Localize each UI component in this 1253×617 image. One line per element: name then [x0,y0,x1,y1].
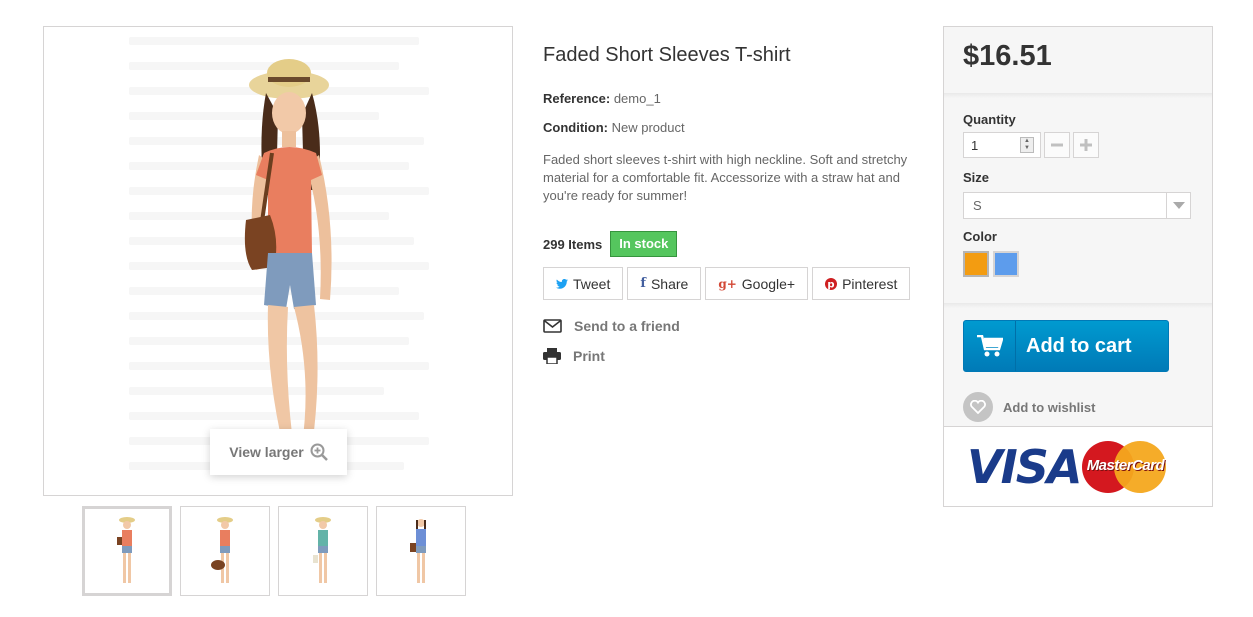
twitter-icon [556,278,568,289]
mastercard-label: MasterCard [1086,456,1165,474]
product-price: $16.51 [963,40,1052,72]
cart-area: Add to cart Add to wishlist [944,308,1212,433]
view-larger-button[interactable]: View larger [210,429,347,475]
google-plus-button[interactable]: g+ Google+ [705,267,809,300]
quantity-value: 1 [971,137,979,153]
size-label: Size [963,170,990,185]
product-description: Faded short sleeves t-shirt with high ne… [543,152,908,203]
stock-info: 299 Items In stock [543,231,923,257]
minus-icon [1051,143,1063,147]
product-reference: Reference: demo_1 [543,90,923,108]
condition-value: New product [611,120,685,135]
thumbnail-1-image [117,517,135,583]
google-label: Google+ [741,275,796,292]
pinterest-label: Pinterest [842,275,898,292]
add-to-wishlist-link[interactable]: Add to wishlist [963,392,1193,422]
add-to-cart-label: Add to cart [1026,334,1132,357]
printer-icon [543,348,561,364]
thumbnail-4[interactable] [376,506,466,596]
quantity-decrease-button[interactable] [1044,132,1070,158]
facebook-share-button[interactable]: f Share [627,267,702,300]
view-larger-label: View larger [229,444,304,460]
google-plus-icon: g+ [718,276,737,291]
plus-icon [1080,139,1092,151]
social-share-bar: Tweet f Share g+ Google+ p Pinterest [543,267,923,300]
thumbnail-3-image [313,517,331,583]
heart-icon [963,392,993,422]
condition-label: Condition: [543,120,608,135]
print-link[interactable]: Print [543,346,923,366]
send-to-friend-label: Send to a friend [574,318,680,334]
model-figure [244,59,332,459]
quantity-increase-button[interactable] [1073,132,1099,158]
stock-badge: In stock [610,231,678,257]
print-label: Print [573,348,605,364]
size-select[interactable]: S [963,192,1191,219]
product-options: Quantity 1 ▲ ▼ Size S Color [944,98,1212,303]
payment-logos: VISA MasterCard [944,426,1212,506]
buy-box: $16.51 Quantity 1 ▲ ▼ Size S Color Add t… [943,26,1213,507]
facebook-icon: f [640,276,646,291]
add-to-cart-button[interactable]: Add to cart [963,320,1169,372]
thumbnail-4-image [410,519,426,583]
product-actions: Send to a friend Print [543,316,923,366]
zoom-in-icon [310,443,328,461]
size-value: S [973,198,982,213]
send-to-friend-link[interactable]: Send to a friend [543,316,923,336]
svg-text:p: p [828,279,835,290]
thumbnail-2-image [211,517,233,583]
shopping-cart-icon [964,321,1016,371]
quantity-controls: 1 ▲ ▼ [963,132,1193,158]
pinterest-button[interactable]: p Pinterest [812,267,911,300]
envelope-icon [543,319,562,333]
thumbnail-2[interactable] [180,506,270,596]
color-swatch-orange[interactable] [963,251,989,277]
quantity-input[interactable]: 1 ▲ ▼ [963,132,1041,158]
tweet-button[interactable]: Tweet [543,267,624,300]
product-title: Faded Short Sleeves T-shirt [543,44,791,66]
items-count: 299 Items [543,236,603,252]
mastercard-logo: MasterCard [1082,439,1168,495]
reference-label: Reference: [543,91,611,106]
chevron-down-icon [1166,193,1190,218]
color-swatches [963,251,1193,277]
price-area: $16.51 [944,27,1212,93]
product-info: Faded Short Sleeves T-shirt Reference: d… [543,40,923,376]
visa-logo: VISA [967,439,1082,494]
color-label: Color [963,229,997,244]
product-condition: Condition: New product [543,119,923,137]
main-product-image[interactable]: View larger [43,26,513,496]
add-to-wishlist-label: Add to wishlist [1003,399,1096,415]
thumbnail-strip [82,506,466,596]
thumbnail-3[interactable] [278,506,368,596]
pinterest-icon: p [825,277,838,290]
reference-value: demo_1 [613,91,661,106]
color-swatch-blue[interactable] [993,251,1019,277]
quantity-label: Quantity [963,112,1016,127]
thumbnail-1[interactable] [82,506,172,596]
share-label: Share [650,275,689,292]
tweet-label: Tweet [573,275,611,292]
quantity-spinner-icon[interactable]: ▲ ▼ [1020,137,1034,153]
